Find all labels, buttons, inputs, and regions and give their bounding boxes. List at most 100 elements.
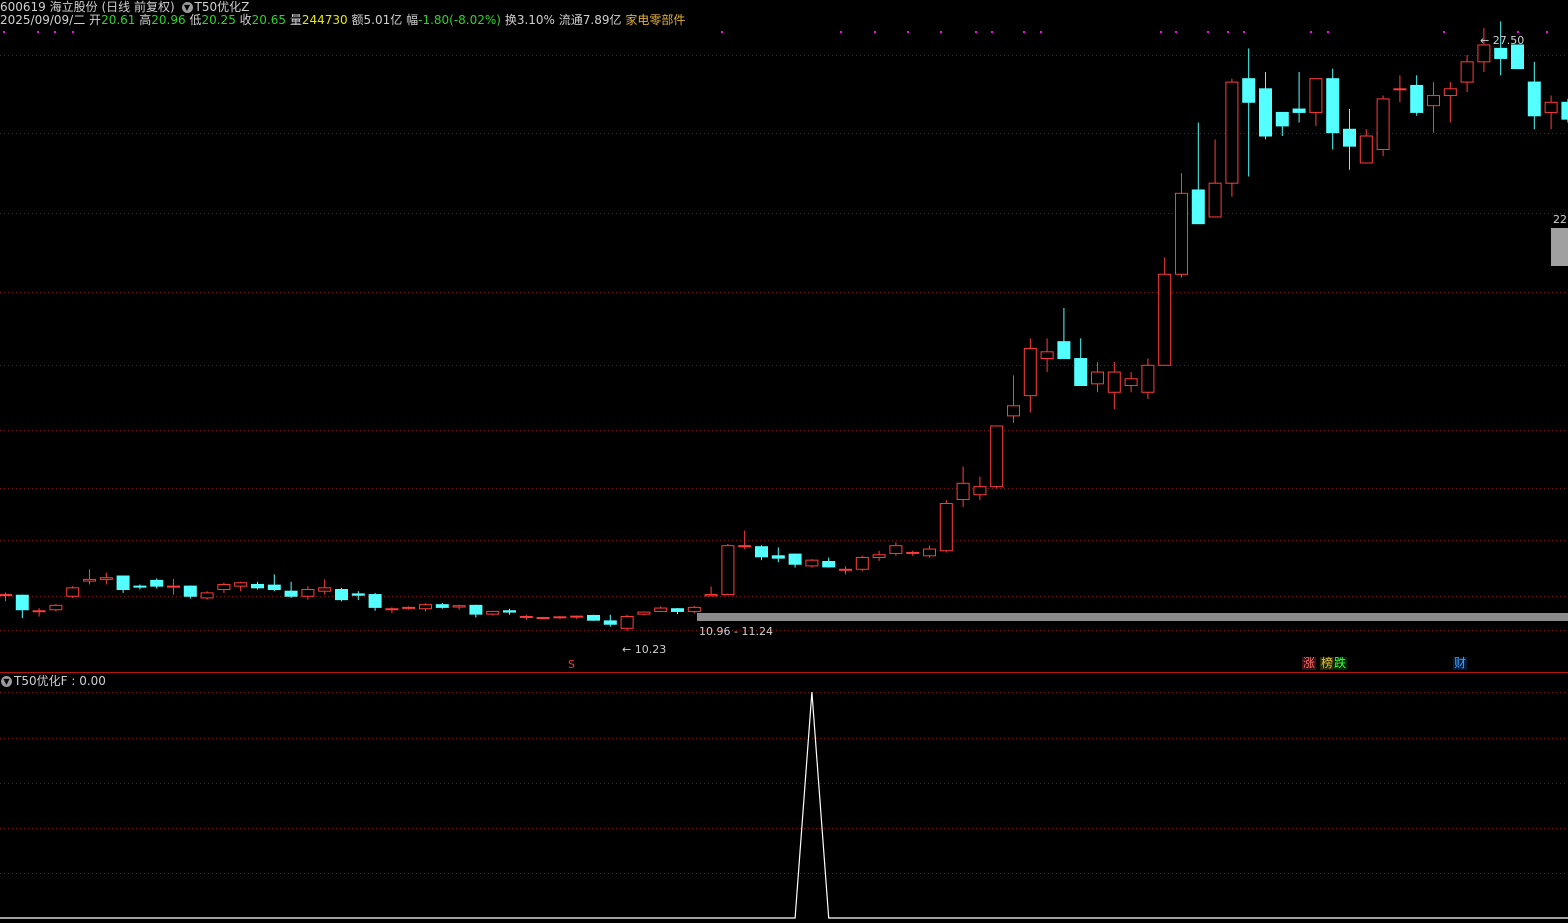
event-dot [721, 31, 723, 33]
candle-body [704, 594, 718, 597]
candle [200, 591, 214, 600]
candle-body [150, 579, 164, 587]
candle [1225, 78, 1239, 197]
candle [15, 594, 29, 619]
candle-body [1511, 44, 1524, 70]
candle-body [889, 545, 903, 554]
candle [32, 608, 46, 617]
candle [519, 614, 533, 620]
tag-bang[interactable]: 榜 [1320, 657, 1335, 670]
candle [855, 555, 869, 571]
candle [1376, 95, 1390, 157]
event-dot [840, 31, 842, 33]
candle-body [1527, 81, 1541, 117]
sub-grid-lines [0, 692, 1568, 874]
candle-body [1309, 78, 1323, 113]
candle [385, 607, 399, 614]
candle-body [83, 578, 96, 582]
candle-body [620, 615, 634, 629]
candle [368, 592, 382, 611]
candle [1007, 375, 1020, 423]
event-dot [1175, 31, 1177, 33]
candle-body [1460, 61, 1474, 83]
event-dot [3, 31, 5, 33]
candle [1107, 361, 1121, 410]
candle [1074, 338, 1088, 387]
candle [1191, 122, 1205, 225]
candle-body [587, 614, 600, 621]
candle [0, 592, 12, 602]
candle [822, 557, 836, 568]
candle-body [66, 587, 80, 597]
event-dot [1207, 31, 1209, 33]
candle [284, 581, 298, 598]
candle-body [435, 604, 449, 608]
event-dot [1040, 31, 1042, 33]
event-dot [1227, 31, 1229, 33]
candle [923, 545, 936, 558]
candle [1561, 98, 1568, 123]
candle-body [671, 608, 684, 612]
candle-body [570, 615, 584, 618]
event-dot [940, 31, 942, 33]
s-marker[interactable]: S [567, 658, 576, 671]
candle-body [637, 611, 651, 615]
event-dot [1443, 31, 1445, 33]
candle-body [15, 594, 29, 611]
candle-body [200, 592, 214, 599]
tag-die[interactable]: 跌 [1333, 657, 1348, 670]
candle [1494, 21, 1508, 76]
candle [419, 603, 432, 612]
candle-body [1225, 81, 1239, 184]
candle-body [553, 616, 567, 619]
candle-body [956, 482, 970, 500]
candle-body [49, 604, 63, 611]
candle [704, 586, 718, 597]
candle-body [1074, 358, 1088, 387]
candle-body [906, 551, 920, 554]
candle [335, 587, 348, 602]
tag-zhang[interactable]: 涨 [1302, 657, 1317, 670]
candle [99, 572, 113, 585]
candle-body [251, 583, 264, 589]
right-price-label: 22 [1553, 213, 1567, 226]
candle [1124, 372, 1138, 393]
candle-body [1175, 192, 1188, 275]
candle [906, 550, 920, 556]
candle [939, 500, 953, 553]
candle-body [419, 604, 432, 610]
sub-indicator-name[interactable]: T50优化F [14, 674, 68, 688]
candle [1023, 338, 1037, 413]
candle-body [133, 585, 147, 588]
candle-body [839, 568, 852, 571]
candle [251, 581, 264, 590]
candle-body [923, 548, 936, 557]
candle [570, 615, 584, 619]
event-dot [1310, 31, 1312, 33]
tag-cai[interactable]: 财 [1453, 657, 1468, 670]
candle [973, 476, 987, 501]
candle-body [1359, 135, 1373, 164]
candle [1292, 71, 1306, 123]
kline-chart[interactable]: ← 27.50 ← 10.23 10.96 - 11.24 22 [0, 0, 1568, 923]
sub-indicator-chevron-icon[interactable]: ▼ [1, 676, 12, 687]
right-price-box [1551, 228, 1568, 266]
candle-body [1443, 88, 1457, 97]
candle-body [1141, 364, 1155, 393]
candle [603, 614, 617, 627]
candle [839, 566, 852, 575]
candle [553, 616, 567, 619]
event-dots [3, 31, 1548, 33]
candle-body [1057, 341, 1071, 360]
candle-body [1040, 351, 1054, 360]
candle [469, 604, 483, 618]
candle [150, 578, 164, 589]
event-dot [37, 31, 39, 33]
candle-body [217, 583, 231, 591]
range-label: 10.96 - 11.24 [699, 625, 773, 638]
candle-body [452, 605, 466, 608]
candle [503, 608, 516, 615]
candle [167, 579, 180, 595]
candle [1460, 55, 1474, 93]
candle [301, 586, 315, 600]
